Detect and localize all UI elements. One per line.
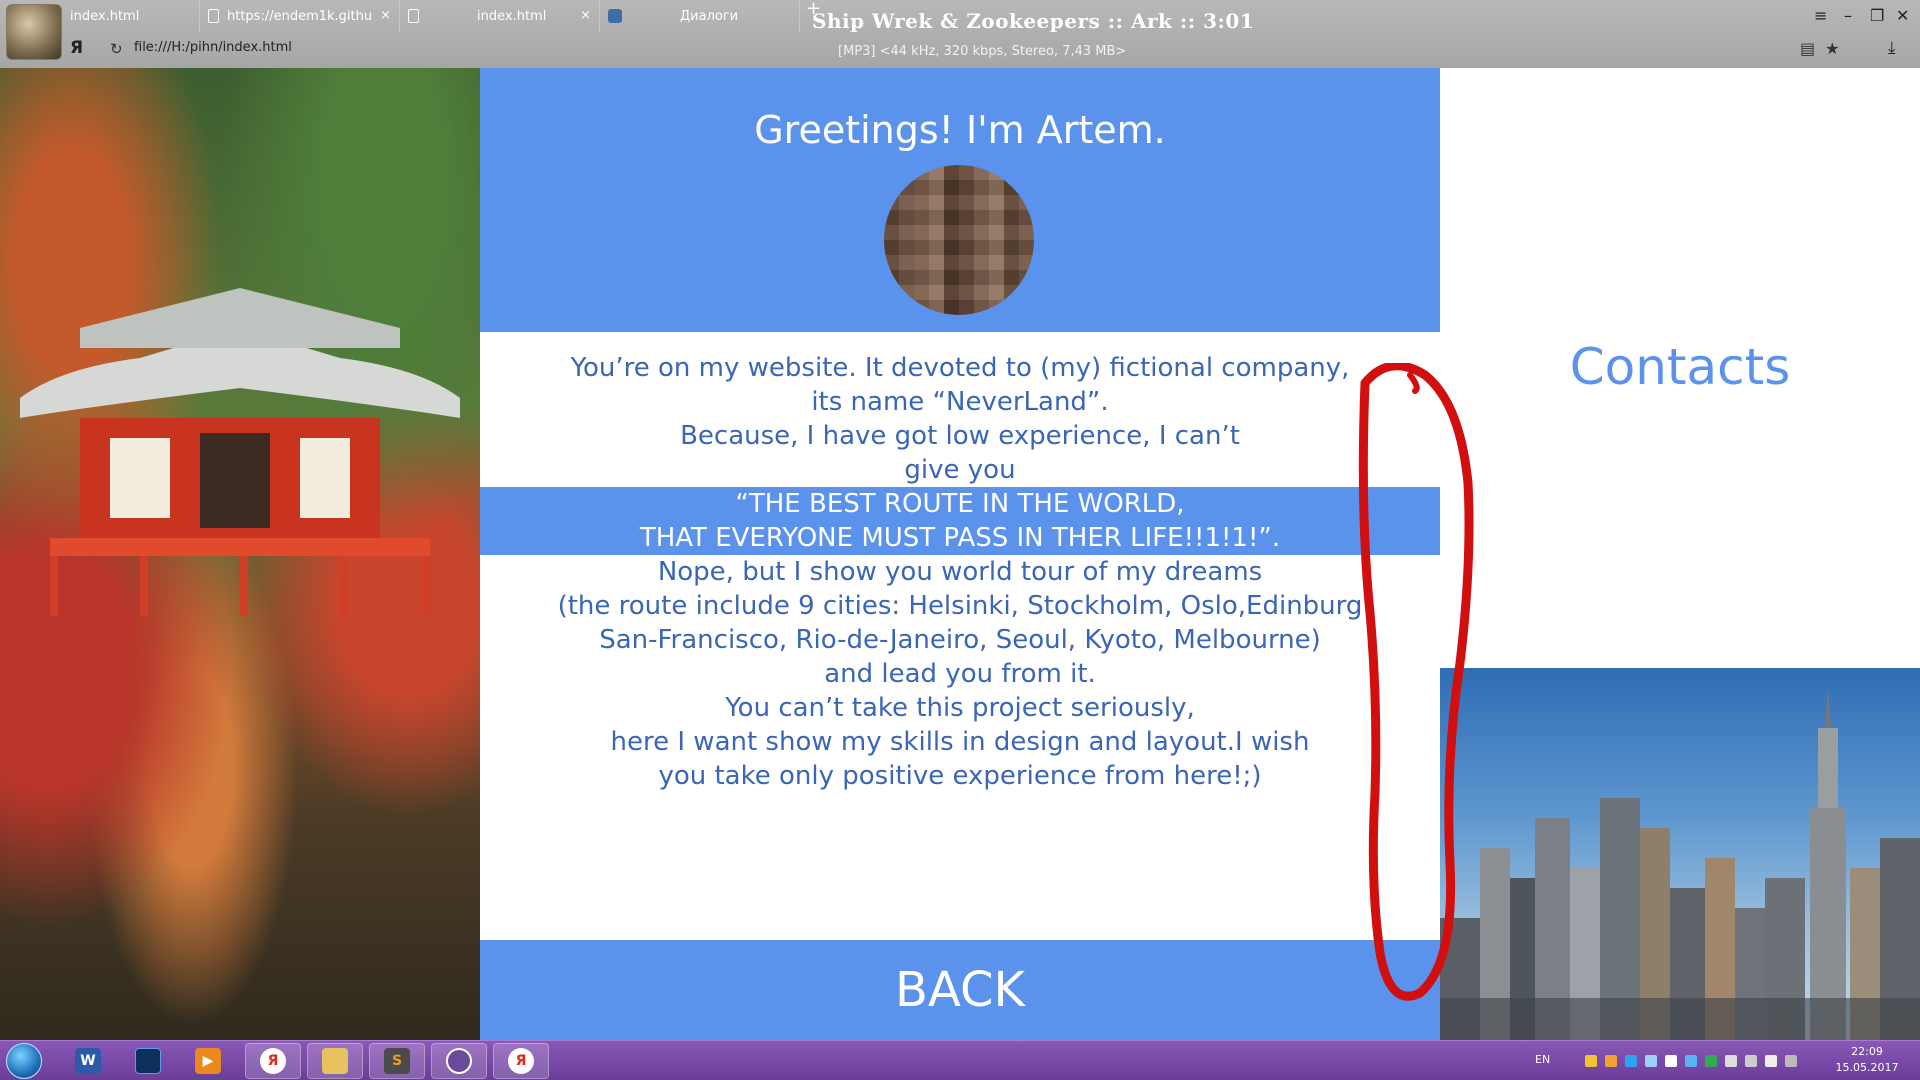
highlight-line: THAT EVERYONE MUST PASS IN THER LIFE!!1!…	[480, 521, 1440, 555]
address-bar[interactable]: file:///H:/pihn/index.html	[134, 40, 292, 55]
greeting-title: Greetings! I'm Artem.	[754, 108, 1166, 152]
back-button[interactable]: BACK	[480, 940, 1440, 1040]
city-skyline-photo	[1440, 668, 1920, 1040]
tray-app-icon[interactable]	[1705, 1055, 1717, 1067]
tab-index-1[interactable]: index.html	[62, 0, 200, 32]
word-icon: W	[75, 1048, 101, 1074]
taskbar-yandex-browser-2[interactable]: Я	[493, 1043, 549, 1079]
taskbar-cat-app[interactable]	[431, 1043, 487, 1079]
text-line: Because, I have got low experience, I ca…	[680, 421, 1240, 451]
text-line: here I want show my skills in design and…	[610, 727, 1310, 757]
close-window-button[interactable]: ✕	[1896, 6, 1909, 25]
tray-app-icon[interactable]	[1625, 1055, 1637, 1067]
text-line: and lead you from it.	[824, 659, 1096, 689]
browser-chrome: index.html https://endem1k.githu × index…	[0, 0, 1920, 68]
explorer-icon	[322, 1048, 348, 1074]
text-line: give you	[904, 455, 1016, 485]
right-column: Contacts	[1440, 68, 1920, 1040]
windows-taskbar: W ▶ Я S Я EN 22:09 15.05.2017	[0, 1040, 1920, 1080]
language-indicator[interactable]: EN	[1535, 1053, 1550, 1066]
taskbar-explorer[interactable]	[307, 1043, 363, 1079]
blizzard-icon	[135, 1048, 161, 1074]
main-column: Greetings! I'm Artem. You’re on my websi…	[480, 68, 1440, 1040]
reader-mode-icon[interactable]: ▤	[1800, 39, 1815, 58]
network-icon[interactable]	[1725, 1055, 1737, 1067]
download-icon[interactable]: ⤓	[1888, 38, 1896, 58]
text-line: you take only positive experience from h…	[658, 761, 1262, 791]
player-track-info: [MP3] <44 kHz, 320 kbps, Stereo, 7,43 MB…	[838, 44, 1127, 59]
web-page: Greetings! I'm Artem. You’re on my websi…	[0, 68, 1920, 1040]
red-annotation-loop	[1358, 363, 1474, 1001]
bookmark-star-icon[interactable]: ★	[1825, 39, 1839, 58]
yandex-icon[interactable]: Я	[70, 38, 83, 58]
tray-app-icon[interactable]	[1605, 1055, 1617, 1067]
tab-label: https://endem1k.githu	[227, 8, 373, 24]
clock-time: 22:09	[1851, 1045, 1883, 1058]
cat-icon	[446, 1048, 472, 1074]
tab-label: index.html	[70, 8, 140, 24]
media-player-icon: ▶	[195, 1048, 221, 1074]
clock-date: 15.05.2017	[1835, 1061, 1899, 1074]
document-icon	[208, 9, 219, 23]
tray-app-icon[interactable]	[1685, 1055, 1697, 1067]
close-icon[interactable]: ×	[380, 8, 391, 23]
minimize-button[interactable]: –	[1844, 6, 1852, 25]
close-icon[interactable]: ×	[580, 8, 591, 23]
restore-button[interactable]: ❐	[1870, 6, 1884, 25]
player-track-title: Ship Wrek & Zookeepers :: Ark :: 3:01	[812, 9, 1255, 33]
text-line: its name “NeverLand”.	[811, 387, 1109, 417]
text-line: San-Francisco, Rio-de-Janeiro, Seoul, Ky…	[599, 625, 1321, 655]
taskbar-word[interactable]: W	[60, 1043, 116, 1079]
highlight-line: “THE BEST ROUTE IN THE WORLD,	[480, 487, 1440, 521]
avatar	[884, 165, 1034, 315]
flag-icon[interactable]	[1665, 1055, 1677, 1067]
tab-github[interactable]: https://endem1k.githu ×	[200, 0, 400, 32]
skyline-illustration	[1440, 688, 1920, 1040]
volume-icon[interactable]	[1765, 1055, 1777, 1067]
taskbar-media-player[interactable]: ▶	[180, 1043, 236, 1079]
system-clock[interactable]: 22:09 15.05.2017	[1832, 1044, 1902, 1076]
contacts-link[interactable]: Contacts	[1440, 338, 1920, 396]
text-line: You’re on my website. It devoted to (my)…	[570, 353, 1350, 383]
browser-logo-icon[interactable]	[6, 4, 62, 60]
taskbar-blizzard[interactable]	[120, 1043, 176, 1079]
menu-icon[interactable]: ≡	[1814, 6, 1827, 25]
taskbar-sublime[interactable]: S	[369, 1043, 425, 1079]
reload-icon[interactable]: ↻	[110, 40, 123, 58]
pagoda-illustration	[20, 288, 460, 616]
yandex-browser-icon: Я	[508, 1048, 534, 1074]
yandex-browser-icon: Я	[260, 1048, 286, 1074]
about-text: You’re on my website. It devoted to (my)…	[480, 351, 1440, 793]
tab-label: index.html	[477, 8, 547, 24]
text-line: You can’t take this project seriously,	[725, 693, 1195, 723]
text-line: (the route include 9 cities: Helsinki, S…	[557, 591, 1363, 621]
pagoda-photo	[0, 68, 480, 1040]
tab-label: Диалоги	[680, 8, 739, 24]
tab-dialogs[interactable]: Диалоги	[600, 0, 800, 32]
taskbar-yandex-browser[interactable]: Я	[245, 1043, 301, 1079]
tab-index-2[interactable]: index.html ×	[400, 0, 600, 32]
sublime-icon: S	[384, 1048, 410, 1074]
profile-header: Greetings! I'm Artem.	[480, 68, 1440, 332]
tray-app-icon[interactable]	[1585, 1055, 1597, 1067]
system-tray	[1585, 1055, 1797, 1067]
text-line: Nope, but I show you world tour of my dr…	[657, 557, 1263, 587]
start-orb[interactable]	[6, 1043, 42, 1079]
power-icon[interactable]	[1785, 1055, 1797, 1067]
tray-app-icon[interactable]	[1645, 1055, 1657, 1067]
signal-icon[interactable]	[1745, 1055, 1757, 1067]
vk-icon	[608, 9, 622, 23]
document-icon	[408, 9, 419, 23]
